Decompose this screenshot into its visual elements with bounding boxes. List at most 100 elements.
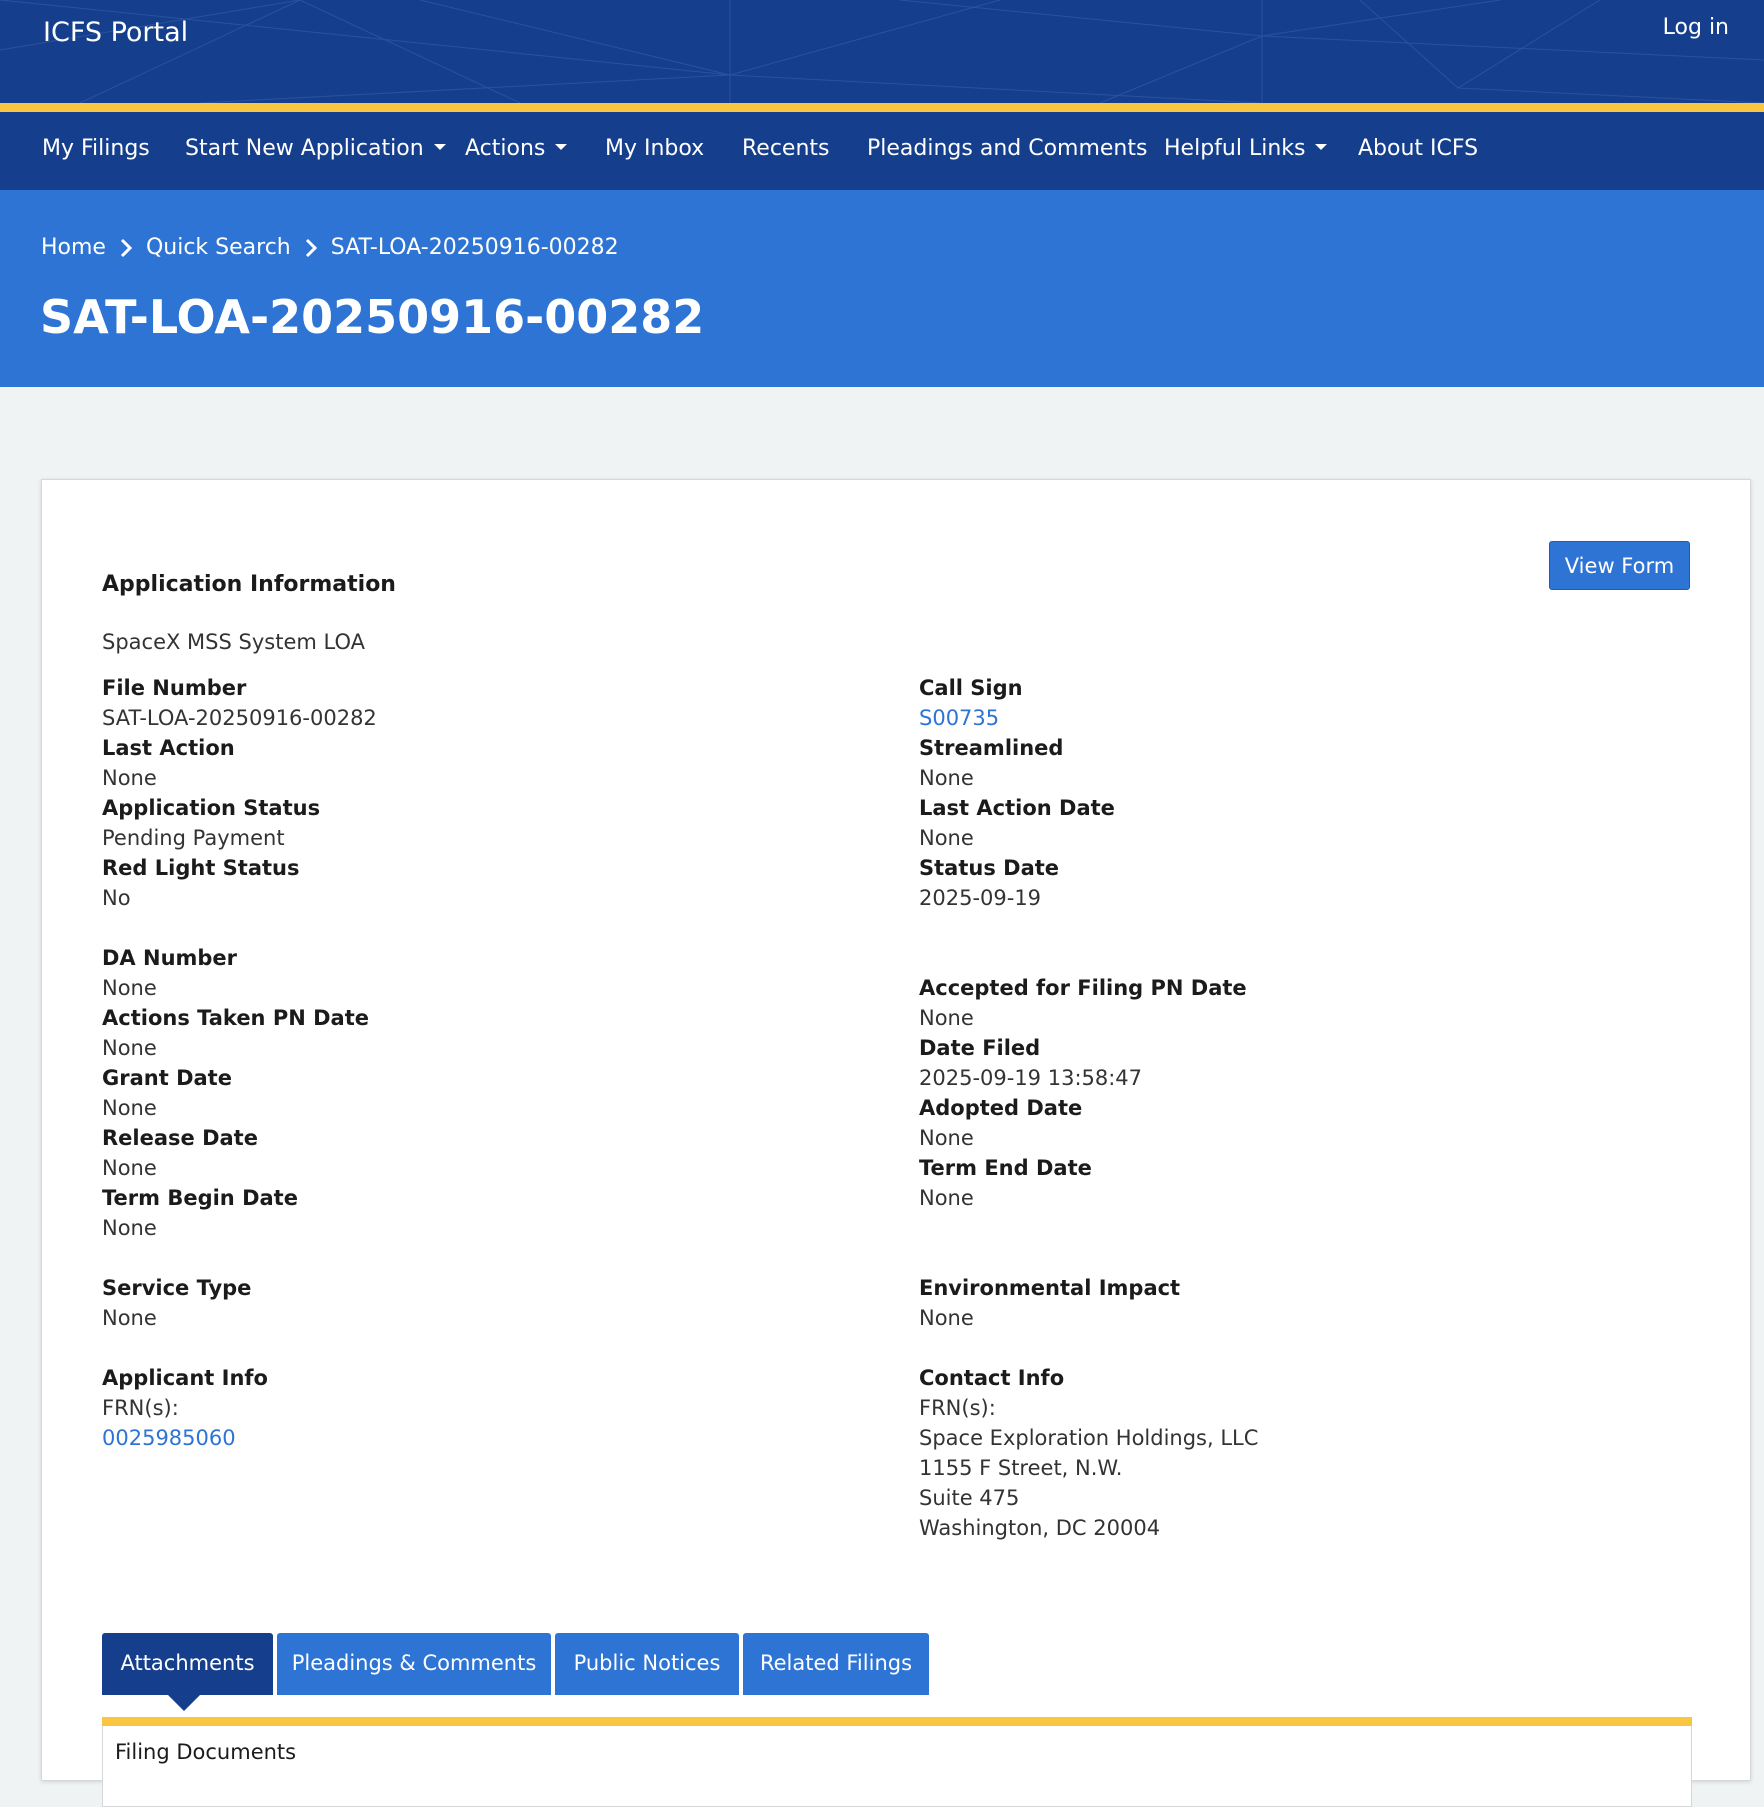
field-application-status: Application Status Pending Payment [102,793,320,853]
field-label: Service Type [102,1276,252,1300]
field-value: None [102,766,157,790]
field-label: File Number [102,676,247,700]
field-label: Last Action [102,736,235,760]
field-label: Streamlined [919,736,1064,760]
breadcrumb-home[interactable]: Home [41,235,106,260]
field-label: Actions Taken PN Date [102,1006,369,1030]
nav-helpful-links[interactable]: Helpful Links [1164,136,1328,161]
field-streamlined: Streamlined None [919,733,1063,793]
tab-label: Attachments [120,1651,255,1675]
field-term-end-date: Term End Date None [919,1153,1092,1213]
field-label: Date Filed [919,1036,1041,1060]
field-value: None [102,976,157,1000]
banner-gold-bar [0,103,1764,112]
tab-pleadings-comments[interactable]: Pleadings & Comments [277,1633,551,1695]
call-sign-link[interactable]: S00735 [919,703,1023,733]
field-red-light-status: Red Light Status No [102,853,300,913]
section-heading: Application Information [102,572,396,597]
nav-my-inbox-label: My Inbox [605,136,705,161]
field-adopted-date: Adopted Date None [919,1093,1082,1153]
filing-documents-title: Filing Documents [115,1740,297,1764]
field-label: Call Sign [919,676,1023,700]
applicant-frn-label: FRN(s): [102,1396,179,1420]
field-label: Application Status [102,796,321,820]
contact-info: Contact Info FRN(s): Space Exploration H… [919,1363,1258,1543]
field-value: None [919,1126,974,1150]
field-label: Last Action Date [919,796,1115,820]
tab-related-filings[interactable]: Related Filings [743,1633,929,1695]
field-status-date: Status Date 2025-09-19 [919,853,1059,913]
field-value: None [102,1156,157,1180]
active-tab-pointer-icon [168,1695,200,1711]
field-term-begin-date: Term Begin Date None [102,1183,298,1243]
field-value: 2025-09-19 13:58:47 [919,1066,1143,1090]
field-value: None [102,1096,157,1120]
field-last-action: Last Action None [102,733,235,793]
nav-helpful-links-label: Helpful Links [1164,136,1306,161]
application-description: SpaceX MSS System LOA [102,630,365,654]
field-last-action-date: Last Action Date None [919,793,1115,853]
login-link[interactable]: Log in [1663,15,1729,40]
nav-start-new-application[interactable]: Start New Application [185,136,446,161]
caret-down-icon [1315,144,1328,150]
tab-label: Pleadings & Comments [291,1651,537,1675]
field-grant-date: Grant Date None [102,1063,232,1123]
top-banner: ICFS Portal Log in [0,0,1764,103]
nav-about-icfs-label: About ICFS [1358,136,1479,161]
applicant-frn-link[interactable]: 0025985060 [102,1423,268,1453]
field-accepted-for-filing-pn-date: Accepted for Filing PN Date None [919,973,1247,1033]
view-form-button[interactable]: View Form [1549,541,1690,590]
field-actions-taken-pn-date: Actions Taken PN Date None [102,1003,369,1063]
nav-recents[interactable]: Recents [742,136,830,161]
caret-down-icon [433,144,446,150]
tab-label: Public Notices [573,1651,721,1675]
tab-gold-rule [102,1717,1692,1726]
field-label: Release Date [102,1126,258,1150]
field-value: None [102,1306,157,1330]
tab-attachments[interactable]: Attachments [102,1633,273,1695]
nav-about-icfs[interactable]: About ICFS [1358,136,1478,161]
field-value: None [919,826,974,850]
field-file-number: File Number SAT-LOA-20250916-00282 [102,673,377,733]
field-value: No [102,886,131,910]
field-label: Environmental Impact [919,1276,1181,1300]
tab-public-notices[interactable]: Public Notices [555,1633,739,1695]
field-da-number: DA Number None [102,943,237,1003]
chevron-right-icon [120,238,132,258]
field-value: None [919,1006,974,1030]
nav-actions[interactable]: Actions [465,136,568,161]
nav-recents-label: Recents [742,136,830,161]
contact-line: Suite 475 [919,1486,1020,1510]
banner-pattern [0,0,1764,103]
nav-my-filings-label: My Filings [42,136,150,161]
application-card: View Form Application Information SpaceX… [41,479,1751,1807]
portal-title[interactable]: ICFS Portal [43,17,188,48]
page-hero: Home Quick Search SAT-LOA-20250916-00282… [0,190,1764,387]
field-label: Term End Date [919,1156,1092,1180]
field-label: Status Date [919,856,1060,880]
field-label: DA Number [102,946,238,970]
contact-info-label: Contact Info [919,1366,1065,1390]
nav-actions-label: Actions [465,136,546,161]
field-value: None [919,766,974,790]
field-label: Term Begin Date [102,1186,298,1210]
breadcrumb-quick-search[interactable]: Quick Search [146,235,291,260]
nav-my-filings[interactable]: My Filings [42,136,150,161]
applicant-info-label: Applicant Info [102,1366,268,1390]
field-environmental-impact: Environmental Impact None [919,1273,1180,1333]
field-label: Red Light Status [102,856,300,880]
filing-documents-panel: Filing Documents [102,1726,1692,1807]
page-title: SAT-LOA-20250916-00282 [40,290,705,344]
nav-pleadings-and-comments[interactable]: Pleadings and Comments [867,136,1147,161]
field-value: SAT-LOA-20250916-00282 [102,706,377,730]
contact-frn-label: FRN(s): [919,1396,996,1420]
field-value: None [919,1186,974,1210]
nav-start-new-application-label: Start New Application [185,136,424,161]
field-release-date: Release Date None [102,1123,258,1183]
field-value: None [102,1216,157,1240]
breadcrumb-current: SAT-LOA-20250916-00282 [330,235,619,260]
nav-my-inbox[interactable]: My Inbox [605,136,704,161]
field-value: 2025-09-19 [919,886,1042,910]
field-label: Accepted for Filing PN Date [919,976,1247,1000]
field-call-sign: Call Sign S00735 [919,673,1023,733]
